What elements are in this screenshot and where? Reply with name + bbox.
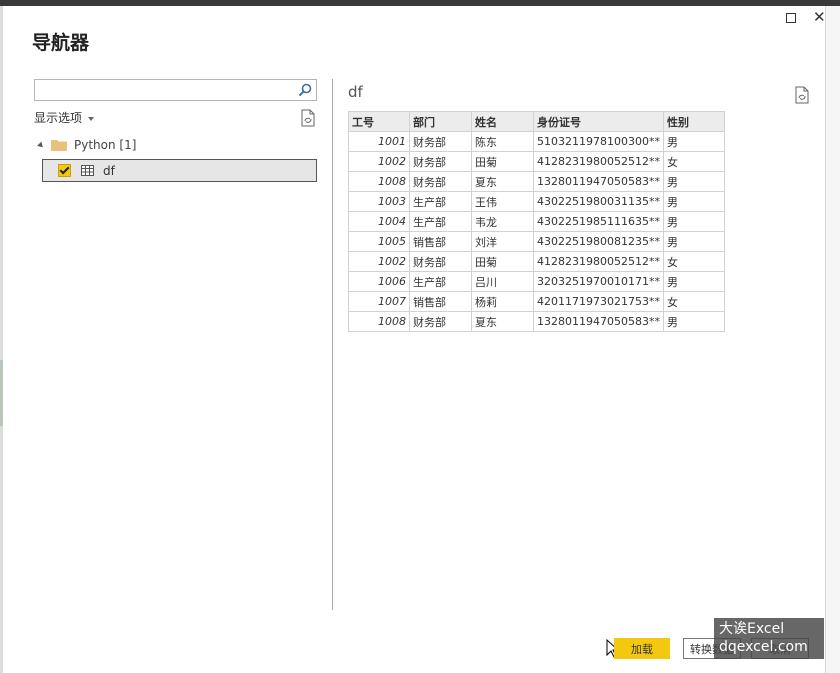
panel-divider[interactable] — [332, 79, 333, 610]
dialog-title: 导航器 — [32, 32, 90, 54]
table-row: 1001 财务部 陈东 5103211978100300** 男 — [348, 131, 725, 152]
refresh-icon[interactable] — [300, 109, 316, 127]
table-cell: 1004 — [348, 211, 410, 232]
table-cell: 财务部 — [409, 251, 472, 272]
preview-title: df — [348, 83, 363, 101]
table-row: 1003 生产部 王伟 4302251980031135** 男 — [348, 191, 725, 212]
table-header-row: 工号 部门 姓名 身份证号 性别 — [348, 111, 725, 132]
expand-arrow-icon[interactable] — [37, 141, 45, 149]
table-cell: 女 — [662, 151, 725, 172]
table-cell: 4201171973021753** — [533, 291, 664, 312]
table-cell: 4128231980052512** — [533, 251, 664, 272]
table-cell: 王伟 — [471, 191, 534, 212]
column-header: 姓名 — [471, 111, 534, 132]
table-cell: 4128231980052512** — [533, 151, 664, 172]
table-row: 1008 财务部 夏东 1328011947050583** 男 — [348, 311, 725, 332]
table-row: 1008 财务部 夏东 1328011947050583** 男 — [348, 171, 725, 192]
load-button[interactable]: 加载 — [614, 638, 670, 659]
table-cell: 男 — [662, 231, 725, 252]
chevron-down-icon — [88, 116, 95, 121]
table-cell: 生产部 — [409, 271, 472, 292]
navigator-dialog: ✕ 导航器 显示选项 Python [1] df df 工号 部门 姓名 身份证… — [3, 6, 826, 667]
display-options-label: 显示选项 — [34, 111, 83, 125]
column-header: 性别 — [662, 111, 725, 132]
tree-item-df[interactable]: df — [42, 159, 317, 182]
table-row: 1005 销售部 刘洋 4302251980081235** 男 — [348, 231, 725, 252]
table-cell: 生产部 — [409, 191, 472, 212]
table-cell: 男 — [662, 311, 725, 332]
tree-folder-python[interactable]: Python [1] — [37, 138, 137, 152]
table-cell: 女 — [662, 291, 725, 312]
table-cell: 陈东 — [471, 131, 534, 152]
table-cell: 韦龙 — [471, 211, 534, 232]
checkbox-icon[interactable] — [58, 164, 71, 177]
table-cell: 1328011947050583** — [533, 311, 664, 332]
refresh-icon[interactable] — [794, 86, 810, 104]
table-cell: 刘洋 — [471, 231, 534, 252]
table-row: 1007 销售部 杨莉 4201171973021753** 女 — [348, 291, 725, 312]
table-cell: 夏东 — [471, 311, 534, 332]
column-header: 身份证号 — [533, 111, 664, 132]
search-box[interactable] — [34, 79, 317, 101]
table-cell: 1002 — [348, 151, 410, 172]
table-cell: 男 — [662, 131, 725, 152]
column-header: 工号 — [348, 111, 410, 132]
table-cell: 夏东 — [471, 171, 534, 192]
table-cell: 4302251985111635** — [533, 211, 664, 232]
search-input[interactable] — [38, 81, 292, 101]
table-cell: 女 — [662, 251, 725, 272]
tree-item-label: df — [103, 163, 115, 178]
table-cell: 1008 — [348, 171, 410, 192]
table-cell: 1008 — [348, 311, 410, 332]
table-cell: 销售部 — [409, 231, 472, 252]
table-row: 1004 生产部 韦龙 4302251985111635** 男 — [348, 211, 725, 232]
table-cell: 1001 — [348, 131, 410, 152]
table-cell: 财务部 — [409, 171, 472, 192]
watermark-line2: dqexcel.com — [719, 639, 808, 655]
table-cell: 销售部 — [409, 291, 472, 312]
table-cell: 4302251980031135** — [533, 191, 664, 212]
maximize-icon[interactable] — [786, 13, 796, 23]
table-cell: 男 — [662, 171, 725, 192]
table-cell: 男 — [662, 211, 725, 232]
column-header: 部门 — [409, 111, 472, 132]
table-cell: 田菊 — [471, 151, 534, 172]
watermark: 大诶Excel dqexcel.com — [714, 618, 824, 659]
table-cell: 男 — [662, 191, 725, 212]
tree-folder-label: Python [1] — [74, 138, 137, 152]
background-app-right-edge — [825, 6, 840, 673]
table-cell: 1007 — [348, 291, 410, 312]
table-cell: 生产部 — [409, 211, 472, 232]
search-icon[interactable] — [297, 82, 313, 98]
table-icon — [81, 165, 94, 176]
folder-icon — [51, 140, 67, 151]
table-cell: 财务部 — [409, 131, 472, 152]
preview-table: 工号 部门 姓名 身份证号 性别 1001 财务部 陈东 51032119781003… — [348, 111, 725, 332]
table-cell: 田菊 — [471, 251, 534, 272]
table-cell: 吕川 — [471, 271, 534, 292]
display-options-dropdown[interactable]: 显示选项 — [34, 109, 95, 126]
table-cell: 1002 — [348, 251, 410, 272]
table-row: 1006 生产部 吕川 3203251970010171** 男 — [348, 271, 725, 292]
table-row: 1002 财务部 田菊 4128231980052512** 女 — [348, 251, 725, 272]
table-cell: 1003 — [348, 191, 410, 212]
table-cell: 5103211978100300** — [533, 131, 664, 152]
table-cell: 1006 — [348, 271, 410, 292]
watermark-line1: 大诶Excel — [719, 621, 785, 637]
table-cell: 财务部 — [409, 311, 472, 332]
table-cell: 杨莉 — [471, 291, 534, 312]
table-cell: 男 — [662, 271, 725, 292]
table-cell: 1328011947050583** — [533, 171, 664, 192]
table-row: 1002 财务部 田菊 4128231980052512** 女 — [348, 151, 725, 172]
table-cell: 1005 — [348, 231, 410, 252]
table-cell: 3203251970010171** — [533, 271, 664, 292]
table-cell: 财务部 — [409, 151, 472, 172]
close-icon[interactable]: ✕ — [813, 10, 826, 25]
table-cell: 4302251980081235** — [533, 231, 664, 252]
